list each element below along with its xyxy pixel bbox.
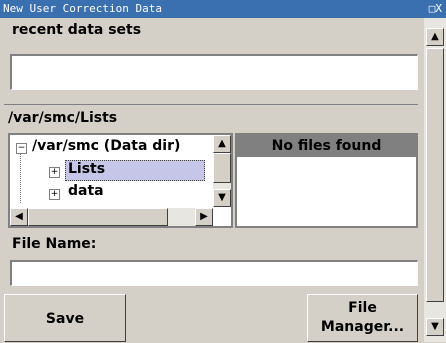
tree-root-item[interactable]: /var/smc (Data dir) [32, 138, 180, 154]
recent-data-sets-label: recent data sets [12, 22, 142, 38]
file-list-header: No files found [237, 135, 416, 157]
scroll-down-icon[interactable]: ▼ [213, 189, 231, 207]
file-name-label: File Name: [12, 236, 97, 252]
scroll-left-icon[interactable]: ◀ [10, 208, 28, 226]
scroll-right-icon[interactable]: ▶ [195, 208, 213, 226]
window-titlebar: New User Correction Data □X [0, 0, 446, 18]
dialog-scroll-down-icon[interactable]: ▼ [426, 318, 444, 336]
expand-icon[interactable]: + [49, 189, 60, 200]
tree-item-data[interactable]: data [68, 183, 104, 199]
dialog-scroll-up-icon[interactable]: ▲ [426, 28, 444, 46]
tree-item-lists[interactable]: Lists [68, 161, 105, 177]
window-title: New User Correction Data [3, 2, 162, 15]
scroll-up-icon[interactable]: ▲ [213, 135, 231, 153]
file-manager-label-line2: Manager... [320, 319, 405, 335]
tree-vscroll-thumb[interactable] [213, 153, 231, 183]
file-name-input[interactable] [10, 260, 418, 286]
tree-hscroll-thumb[interactable] [28, 208, 168, 226]
file-manager-button[interactable]: File Manager... [307, 294, 418, 342]
expand-icon[interactable]: + [49, 167, 60, 178]
file-list[interactable]: No files found [235, 133, 418, 228]
save-button[interactable]: Save [4, 294, 126, 342]
current-path-label: /var/smc/Lists [8, 110, 118, 126]
recent-data-sets-field[interactable] [10, 54, 418, 90]
dialog-vscroll-thumb[interactable] [426, 48, 444, 302]
tree-line [20, 153, 22, 203]
window-controls-icon[interactable]: □X [429, 0, 442, 18]
file-manager-label-line1: File [348, 300, 377, 316]
divider [4, 104, 418, 105]
directory-tree[interactable]: − /var/smc (Data dir) + Lists + data ▲ ▼… [8, 133, 233, 228]
